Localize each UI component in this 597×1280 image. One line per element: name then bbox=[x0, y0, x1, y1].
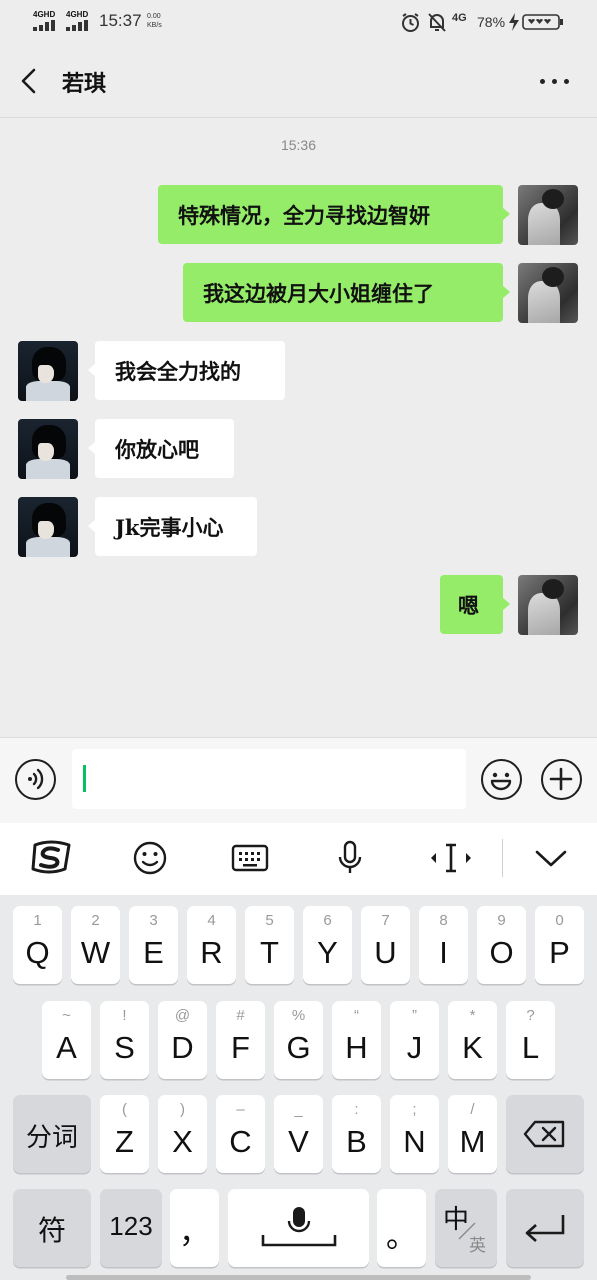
language-toggle-key[interactable]: 中 英 bbox=[435, 1189, 497, 1267]
alarm-icon bbox=[402, 13, 419, 32]
key-x[interactable]: ) X bbox=[158, 1095, 207, 1173]
message-text: 嗯 bbox=[458, 592, 479, 618]
message-input[interactable] bbox=[72, 749, 466, 809]
message-text: 特殊情况，全力寻找边智妍 bbox=[178, 202, 430, 228]
keyboard-icon[interactable] bbox=[231, 837, 269, 879]
ime-toolbar bbox=[0, 823, 597, 895]
key-u[interactable]: 7U bbox=[361, 906, 410, 984]
my-avatar[interactable] bbox=[518, 263, 578, 323]
key-k[interactable]: * K bbox=[448, 1001, 497, 1079]
cursor-move-icon[interactable] bbox=[428, 837, 474, 879]
text-cursor bbox=[83, 765, 86, 792]
message-bubble-received[interactable]: Jk完事小心 bbox=[88, 497, 257, 556]
message-bubble-sent[interactable]: 嗯 bbox=[440, 575, 510, 634]
key-i[interactable]: 8I bbox=[419, 906, 468, 984]
friend-avatar[interactable] bbox=[18, 419, 78, 479]
period-key[interactable]: 。 bbox=[377, 1189, 426, 1267]
message-text: Jk完事小心 bbox=[115, 514, 224, 540]
key-t[interactable]: 5T bbox=[245, 906, 294, 984]
chat-header: 若琪 bbox=[0, 44, 597, 118]
microphone-icon[interactable] bbox=[337, 837, 363, 879]
collapse-icon[interactable] bbox=[534, 837, 568, 879]
speed-value: 0.00 bbox=[147, 13, 161, 20]
key-b[interactable]: :B bbox=[332, 1095, 381, 1173]
chat-title: 若琪 bbox=[62, 71, 107, 97]
plus-icon[interactable] bbox=[541, 759, 582, 800]
more-horizontal-icon[interactable] bbox=[540, 79, 570, 85]
numbers-label: 123 bbox=[109, 1211, 153, 1241]
key-a[interactable]: ~ A bbox=[42, 1001, 91, 1079]
key-g[interactable]: % G bbox=[274, 1001, 323, 1079]
network-label-1: 4GHD bbox=[33, 10, 56, 19]
my-avatar[interactable] bbox=[518, 185, 578, 245]
space-key[interactable] bbox=[228, 1189, 369, 1267]
message-bubble-received[interactable]: 我会全力找的 bbox=[88, 341, 285, 400]
network-label-2: 4GHD bbox=[66, 10, 89, 19]
message-input-bar bbox=[0, 737, 597, 823]
key-z[interactable]: (Z bbox=[100, 1095, 149, 1173]
status-bar: 4GHD 4GHD 15:37 0.00 KB/s 4G 78% bbox=[0, 0, 597, 44]
key-o[interactable]: 9O bbox=[477, 906, 526, 984]
symbols-key[interactable]: 符 bbox=[13, 1189, 91, 1267]
key-w[interactable]: 2W bbox=[71, 906, 120, 984]
my-avatar[interactable] bbox=[518, 575, 578, 635]
gesture-bar bbox=[66, 1275, 531, 1280]
key-e[interactable]: 3E bbox=[129, 906, 178, 984]
mute-bell-icon bbox=[428, 13, 446, 32]
charging-icon bbox=[509, 13, 519, 31]
backspace-key[interactable] bbox=[506, 1095, 584, 1173]
key-c[interactable]: – C bbox=[216, 1095, 265, 1173]
key-v[interactable]: _ V bbox=[274, 1095, 323, 1173]
symbols-label: 符 bbox=[37, 1214, 66, 1247]
key-m[interactable]: / M bbox=[448, 1095, 497, 1173]
friend-avatar[interactable] bbox=[18, 497, 78, 557]
comma-key[interactable]: ， bbox=[170, 1189, 219, 1267]
signal-icon-1 bbox=[33, 20, 55, 31]
chevron-left-icon[interactable] bbox=[16, 68, 42, 94]
friend-avatar[interactable] bbox=[18, 341, 78, 401]
backspace-icon bbox=[523, 1120, 565, 1148]
split-word-label: 分词 bbox=[25, 1123, 78, 1153]
voice-input-icon bbox=[261, 1207, 337, 1247]
message-timestamp: 15:36 bbox=[280, 137, 317, 153]
slash-divider bbox=[458, 1222, 476, 1240]
message-text: 我会全力找的 bbox=[115, 358, 241, 384]
key-j[interactable]: ” J bbox=[390, 1001, 439, 1079]
enter-key[interactable] bbox=[506, 1189, 584, 1267]
key-p[interactable]: 0P bbox=[535, 906, 584, 984]
signal-icon-2 bbox=[66, 20, 88, 31]
message-text: 我这边被月大小姐缠住了 bbox=[203, 280, 434, 306]
key-l[interactable]: ? L bbox=[506, 1001, 555, 1079]
emoji-icon[interactable] bbox=[481, 759, 522, 800]
sogou-logo-icon[interactable] bbox=[29, 837, 73, 879]
message-bubble-sent[interactable]: 我这边被月大小姐缠住了 bbox=[183, 263, 510, 322]
key-s[interactable]: ! S bbox=[100, 1001, 149, 1079]
key-y[interactable]: 6Y bbox=[303, 906, 352, 984]
message-text: 你放心吧 bbox=[115, 436, 199, 462]
message-bubble-received[interactable]: 你放心吧 bbox=[88, 419, 234, 478]
emoji-icon[interactable] bbox=[132, 837, 168, 879]
speed-unit: KB/s bbox=[147, 22, 162, 29]
split-word-key[interactable]: 分词 bbox=[13, 1095, 91, 1173]
network-speed: 0.00 KB/s bbox=[147, 12, 162, 30]
status-time: 15:37 bbox=[99, 11, 142, 30]
keyboard: 1Q 2W 3E 4R 5T 6Y 7U 8I 9O 0P ~ A ! S @ D #… bbox=[0, 895, 597, 1280]
key-r[interactable]: 4R bbox=[187, 906, 236, 984]
key-d[interactable]: @ D bbox=[158, 1001, 207, 1079]
battery-icon bbox=[522, 14, 563, 30]
key-n[interactable]: ; N bbox=[390, 1095, 439, 1173]
battery-percent: 78% bbox=[477, 14, 506, 30]
voice-icon[interactable] bbox=[15, 759, 56, 800]
key-q[interactable]: 1Q bbox=[13, 906, 62, 984]
enter-icon bbox=[525, 1215, 565, 1242]
network-label-3: 4G bbox=[452, 12, 467, 24]
key-h[interactable]: “H bbox=[332, 1001, 381, 1079]
message-bubble-sent[interactable]: 特殊情况，全力寻找边智妍 bbox=[158, 185, 510, 244]
key-f[interactable]: # F bbox=[216, 1001, 265, 1079]
numbers-key[interactable]: 123 bbox=[100, 1189, 162, 1267]
toolbar-divider bbox=[502, 839, 503, 877]
